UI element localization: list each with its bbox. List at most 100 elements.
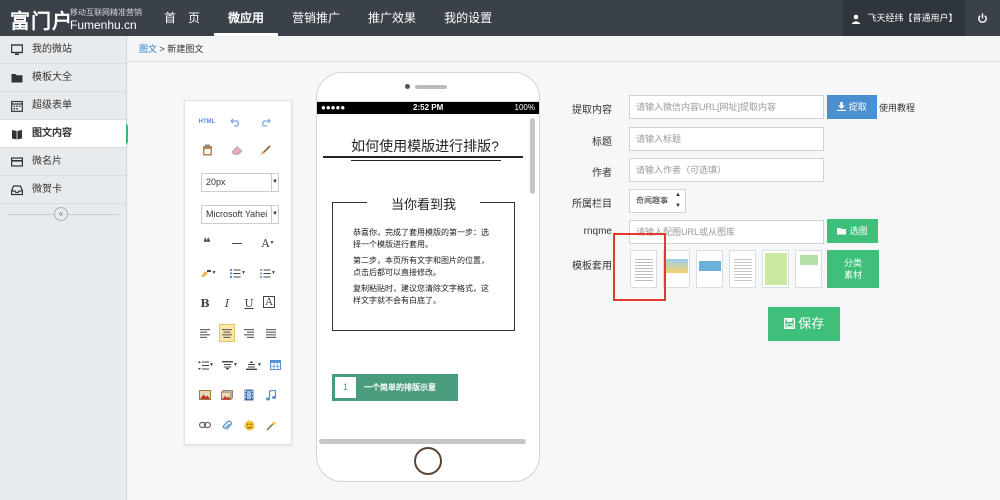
author-input[interactable]: 请输入作者（可选填） <box>629 158 824 182</box>
music-button[interactable] <box>263 388 279 402</box>
image-button[interactable] <box>197 388 213 402</box>
template-label: 模板套用 <box>572 261 612 272</box>
align-center-button[interactable] <box>219 324 235 342</box>
table-button[interactable] <box>267 358 283 372</box>
paperclip-icon <box>222 420 232 430</box>
font-size-value: 20px <box>206 177 226 187</box>
template-thumb-6[interactable] <box>795 250 822 288</box>
sidebar-item-business-card[interactable]: 微名片 <box>0 148 126 176</box>
category-materials-button[interactable]: 分类 素材 <box>827 250 879 288</box>
redo-button[interactable] <box>257 115 273 129</box>
music-note-icon <box>266 389 276 400</box>
column-select-value: 奇闻趣事 <box>636 196 668 205</box>
sidebar-item-my-site[interactable]: 我的微站 <box>0 36 126 64</box>
breadcrumb-parent-link[interactable]: 图文 <box>139 44 157 54</box>
title-input[interactable]: 请输入标题 <box>629 127 824 151</box>
paste-button[interactable] <box>199 143 215 157</box>
horizontal-scrollbar[interactable] <box>319 439 526 444</box>
italic-button[interactable]: I <box>219 296 235 310</box>
eraser-button[interactable] <box>229 143 245 157</box>
logo[interactable]: 富门户 移动互联网精准营销 Fumenhu.cn <box>10 3 145 33</box>
paragraph-spacing-top-button[interactable]: ▼ <box>219 358 241 372</box>
template-thumb-1[interactable] <box>630 250 657 288</box>
font-family-select[interactable]: Microsoft Yahei ▼ <box>201 205 279 224</box>
box-title[interactable]: 当你看到我 <box>367 194 480 213</box>
template-thumb-2[interactable] <box>663 250 690 288</box>
image-url-input[interactable]: 请输入配图URL或从图库 <box>629 220 824 244</box>
user-icon <box>851 14 861 24</box>
template-thumb-5[interactable] <box>762 250 789 288</box>
bold-button[interactable]: B <box>197 296 213 310</box>
column-select[interactable]: 奇闻趣事 ▲ ▼ <box>629 189 686 213</box>
extract-button[interactable]: 提取 <box>827 95 877 119</box>
content-box[interactable]: 当你看到我 恭喜你，完成了套用模版的第一步：选择一个模版进行套用。 第二步，本页… <box>332 194 515 331</box>
gallery-icon <box>221 390 233 400</box>
save-button-label: 保存 <box>798 316 825 331</box>
font-border-button[interactable]: A <box>263 296 275 308</box>
paragraph-1[interactable]: 恭喜你，完成了套用模版的第一步：选择一个模版进行套用。 <box>353 227 493 251</box>
format-painter-button[interactable] <box>257 143 273 157</box>
video-button[interactable] <box>241 388 257 402</box>
line-height-button[interactable]: ▼ <box>195 358 217 372</box>
logout-button[interactable] <box>965 0 1000 36</box>
nav-micro-apps[interactable]: 微应用 <box>214 0 279 36</box>
highlighter-icon <box>200 269 211 277</box>
font-color-button[interactable]: A ▼ <box>257 236 279 250</box>
editor-toolbar: HTML 20px ▼ Microsoft Yahei ▼ ❝ A ▼ ▼ ▼ ▼… <box>184 100 292 445</box>
unordered-list-button[interactable]: ▼ <box>257 266 279 280</box>
html-source-button[interactable]: HTML <box>197 115 217 129</box>
font-size-select[interactable]: 20px ▼ <box>201 173 279 192</box>
nav-marketing[interactable]: 营销推广 <box>278 0 354 36</box>
thumb-image <box>699 261 721 271</box>
extract-url-input[interactable]: 请输入微信内容URL[网址]提取内容 <box>629 95 824 119</box>
nav-my-settings[interactable]: 我的设置 <box>430 0 506 36</box>
sidebar-item-templates[interactable]: 模板大全 <box>0 64 126 92</box>
emoji-button[interactable] <box>241 418 257 432</box>
redo-icon <box>261 118 271 127</box>
select-arrows-icon: ▲ ▼ <box>675 192 681 209</box>
sidebar-item-super-forms[interactable]: 超级表单 <box>0 92 126 120</box>
tutorial-link[interactable]: 使用教程 <box>879 101 915 114</box>
underline-button[interactable]: U <box>241 296 257 310</box>
sidebar-item-greeting-card[interactable]: 微贺卡 <box>0 176 126 204</box>
nav-promotion-results[interactable]: 推广效果 <box>354 0 430 36</box>
nav-home[interactable]: 首 页 <box>150 0 214 36</box>
sidebar-item-articles[interactable]: 图文内容 <box>0 120 134 148</box>
ordered-list-icon <box>230 268 241 278</box>
inbox-icon <box>11 185 23 196</box>
select-image-button[interactable]: 选图 <box>827 219 878 243</box>
undo-icon <box>229 118 239 127</box>
blockquote-button[interactable]: ❝ <box>199 235 215 250</box>
sidebar-collapse: « <box>0 204 127 224</box>
paragraph-3[interactable]: 复制粘贴时，建议您清除文字格式，这样文字就不会有白底了。 <box>353 283 493 307</box>
clear-format-button[interactable] <box>263 418 279 432</box>
link-button[interactable] <box>197 418 213 432</box>
eraser-icon <box>231 146 243 155</box>
article-title[interactable]: 如何使用模版进行排版? <box>325 136 525 156</box>
collapse-button[interactable]: « <box>54 207 68 221</box>
chevron-down-icon: ▼ <box>271 270 276 276</box>
template-thumb-4[interactable] <box>729 250 756 288</box>
vertical-scrollbar[interactable] <box>530 118 535 194</box>
phone-screen[interactable]: ●●●●● 2:52 PM 100% 如何使用模版进行排版? 当你看到我 恭喜你… <box>317 101 539 445</box>
user-menu[interactable]: 飞天经纬【普通用户】 <box>843 0 965 36</box>
ordered-list-button[interactable]: ▼ <box>227 266 249 280</box>
multi-image-button[interactable] <box>219 388 235 402</box>
align-right-button[interactable] <box>241 326 257 340</box>
save-button[interactable]: 保存 <box>768 307 840 341</box>
horizontal-rule-button[interactable] <box>229 236 245 250</box>
paragraph-2[interactable]: 第二步，本页所有文字和图片的位置，点击后都可以直接修改。 <box>353 255 493 279</box>
align-left-button[interactable] <box>197 326 213 340</box>
paragraph-spacing-bottom-button[interactable]: ▼ <box>243 358 265 372</box>
sidebar-item-label: 我的微站 <box>32 44 72 55</box>
chevron-down-icon: ▼ <box>271 174 278 191</box>
undo-button[interactable] <box>227 115 243 129</box>
template-thumb-3[interactable] <box>696 250 723 288</box>
chevron-down-icon: ▼ <box>233 362 238 368</box>
attachment-button[interactable] <box>219 418 235 432</box>
chevron-down-icon: ▼ <box>257 362 262 368</box>
step-banner[interactable]: 1 一个简单的排版示意 <box>332 374 458 401</box>
highlight-button[interactable]: ▼ <box>197 266 219 280</box>
sidebar-item-label: 模板大全 <box>32 72 72 83</box>
justify-button[interactable] <box>263 326 279 340</box>
